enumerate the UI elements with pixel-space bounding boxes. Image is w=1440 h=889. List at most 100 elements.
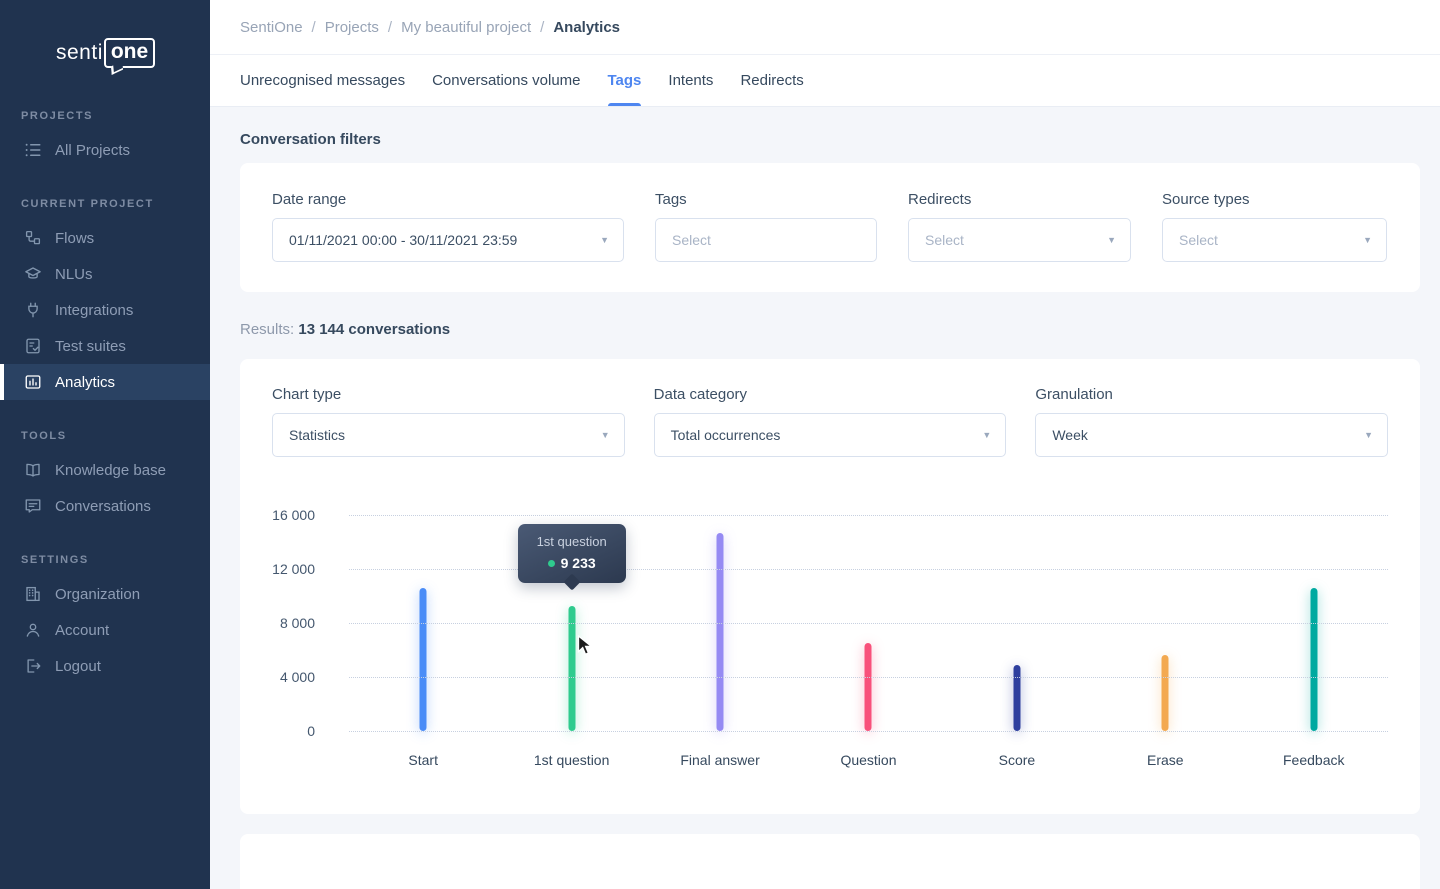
main-area: SentiOne / Projects / My beautiful project / A… xyxy=(210,0,1440,889)
x-axis-label: Question xyxy=(840,752,896,768)
filter-redirects: Redirects Select ▼ xyxy=(908,191,1131,262)
breadcrumb-separator: / xyxy=(388,19,392,36)
y-axis-tick: 12 000 xyxy=(272,561,315,577)
x-axis-label: 1st question xyxy=(534,752,610,768)
sidebar-item-account[interactable]: Account xyxy=(0,612,210,648)
redirects-label: Redirects xyxy=(908,191,1131,208)
analytics-tabs: Unrecognised messages Conversations volu… xyxy=(210,55,1440,107)
breadcrumb-sentione[interactable]: SentiOne xyxy=(240,19,303,36)
sidebar-item-conversations[interactable]: Conversations xyxy=(0,488,210,524)
sidebar-item-integrations[interactable]: Integrations xyxy=(0,292,210,328)
chart-tooltip: 1st question 9 233 xyxy=(518,524,626,583)
tab-unrecognised-messages[interactable]: Unrecognised messages xyxy=(240,55,405,106)
sidebar-item-nlus[interactable]: NLUs xyxy=(0,256,210,292)
breadcrumb-separator: / xyxy=(312,19,316,36)
chevron-down-icon: ▼ xyxy=(1107,235,1116,245)
checklist-icon xyxy=(24,337,42,355)
tags-label: Tags xyxy=(655,191,877,208)
chart-plot: Start1st questionFinal answerQuestionSco… xyxy=(349,515,1388,731)
x-axis-label: Start xyxy=(408,752,438,768)
sidebar: sentione PROJECTS All Projects CURRENT P… xyxy=(0,0,210,889)
sidebar-item-label: Analytics xyxy=(55,374,115,391)
person-icon xyxy=(24,621,42,639)
sidebar-item-label: Conversations xyxy=(55,498,151,515)
sidebar-item-label: Organization xyxy=(55,586,140,603)
sidebar-item-all-projects[interactable]: All Projects xyxy=(0,132,210,168)
chat-icon xyxy=(24,497,42,515)
flow-icon xyxy=(24,229,42,247)
sidebar-item-label: Account xyxy=(55,622,109,639)
x-axis-label: Final answer xyxy=(680,752,759,768)
chart-type-select[interactable]: Statistics ▼ xyxy=(272,413,625,457)
y-axis-tick: 0 xyxy=(307,723,315,739)
filter-date-range: Date range 01/11/2021 00:00 - 30/11/2021… xyxy=(272,191,624,262)
results-count: Results: 13 144 conversations xyxy=(240,321,1420,338)
bar-score[interactable] xyxy=(1013,665,1020,731)
data-category-select[interactable]: Total occurrences ▼ xyxy=(654,413,1007,457)
chart-type-control: Chart type Statistics ▼ xyxy=(272,386,625,457)
tags-table-card: Tags Total occurrences % Total occurrenc… xyxy=(240,834,1420,889)
filter-source-types: Source types Select ▼ xyxy=(1162,191,1387,262)
tab-intents[interactable]: Intents xyxy=(668,55,713,106)
x-axis-label: Feedback xyxy=(1283,752,1344,768)
chart-controls: Chart type Statistics ▼ Data category To… xyxy=(272,386,1388,457)
bar-erase[interactable] xyxy=(1162,655,1169,731)
sidebar-item-label: Logout xyxy=(55,658,101,675)
bar-start[interactable] xyxy=(420,588,427,731)
chart-type-label: Chart type xyxy=(272,386,625,403)
y-axis-tick: 4 000 xyxy=(280,669,315,685)
sentione-logo[interactable]: sentione xyxy=(0,0,210,68)
logout-icon xyxy=(24,657,42,675)
gridline xyxy=(349,677,1388,678)
tab-tags[interactable]: Tags xyxy=(608,55,642,106)
sidebar-item-logout[interactable]: Logout xyxy=(0,648,210,684)
source-types-label: Source types xyxy=(1162,191,1387,208)
chevron-down-icon: ▼ xyxy=(600,235,609,245)
tooltip-title: 1st question xyxy=(534,534,610,549)
y-axis-tick: 16 000 xyxy=(272,507,315,523)
graduation-cap-icon xyxy=(24,265,42,283)
source-types-select[interactable]: Select ▼ xyxy=(1162,218,1387,262)
sidebar-section-projects: PROJECTS xyxy=(21,110,210,122)
sidebar-item-test-suites[interactable]: Test suites xyxy=(0,328,210,364)
results-value: 13 144 conversations xyxy=(298,321,450,338)
sidebar-item-knowledge-base[interactable]: Knowledge base xyxy=(0,452,210,488)
tab-conversations-volume[interactable]: Conversations volume xyxy=(432,55,580,106)
sidebar-section-current-project: CURRENT PROJECT xyxy=(21,198,210,210)
sidebar-item-label: Test suites xyxy=(55,338,126,355)
bar-final-answer[interactable] xyxy=(717,533,724,731)
x-axis-label: Score xyxy=(999,752,1036,768)
sidebar-item-label: Flows xyxy=(55,230,94,247)
x-axis-label: Erase xyxy=(1147,752,1184,768)
date-range-select[interactable]: 01/11/2021 00:00 - 30/11/2021 23:59 ▼ xyxy=(272,218,624,262)
tooltip-value: 9 233 xyxy=(534,555,610,571)
filter-tags: Tags Select xyxy=(655,191,877,262)
breadcrumb-projects[interactable]: Projects xyxy=(325,19,379,36)
gridline xyxy=(349,515,1388,516)
app-window: sentione PROJECTS All Projects CURRENT P… xyxy=(0,0,1440,889)
gridline xyxy=(349,731,1388,732)
bar-chart-icon xyxy=(24,373,42,391)
breadcrumb-analytics: Analytics xyxy=(553,19,620,36)
tags-select[interactable]: Select xyxy=(655,218,877,262)
data-category-value: Total occurrences xyxy=(671,427,781,443)
granulation-value: Week xyxy=(1052,427,1088,443)
bar-question[interactable] xyxy=(865,643,872,731)
bar-1st-question[interactable] xyxy=(568,606,575,731)
bar-feedback[interactable] xyxy=(1310,588,1317,731)
chevron-down-icon: ▼ xyxy=(982,430,991,440)
granulation-select[interactable]: Week ▼ xyxy=(1035,413,1388,457)
sidebar-item-analytics[interactable]: Analytics xyxy=(0,364,210,400)
filters-card: Date range 01/11/2021 00:00 - 30/11/2021… xyxy=(240,163,1420,292)
sidebar-item-organization[interactable]: Organization xyxy=(0,576,210,612)
redirects-placeholder: Select xyxy=(925,232,964,248)
gridline xyxy=(349,569,1388,570)
chart-type-value: Statistics xyxy=(289,427,345,443)
chart-card: Chart type Statistics ▼ Data category To… xyxy=(240,359,1420,814)
tab-redirects[interactable]: Redirects xyxy=(740,55,803,106)
breadcrumb-project-name[interactable]: My beautiful project xyxy=(401,19,531,36)
sidebar-item-flows[interactable]: Flows xyxy=(0,220,210,256)
breadcrumb-separator: / xyxy=(540,19,544,36)
sidebar-item-label: NLUs xyxy=(55,266,93,283)
redirects-select[interactable]: Select ▼ xyxy=(908,218,1131,262)
